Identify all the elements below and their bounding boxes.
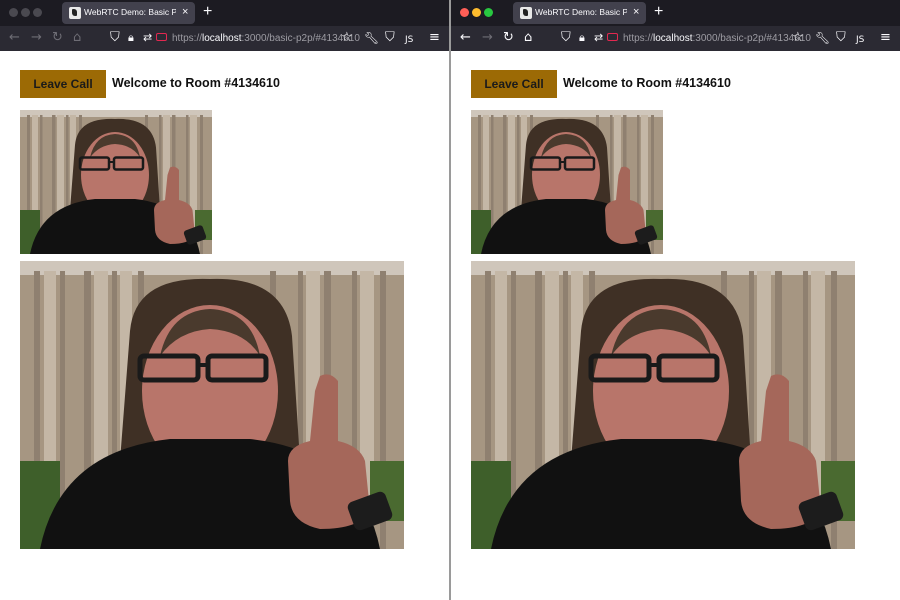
url-host: localhost [653,33,693,44]
local-video [471,110,663,254]
devtools-wrench-icon[interactable]: 🔧︎ [364,30,379,46]
tab-close-icon[interactable]: × [633,6,639,18]
new-tab-icon[interactable]: + [654,2,663,22]
remote-video [471,261,855,549]
remote-video [20,261,404,549]
tab-title: WebRTC Demo: Basic Peer-to- [84,7,176,17]
lock-icon[interactable]: 🔒︎ [128,30,134,46]
browser-window-right: WebRTC Demo: Basic Peer-to- × + ← → ↻ ⌂ … [451,0,900,600]
lock-icon[interactable]: 🔒︎ [579,30,585,46]
bookmark-star-icon[interactable]: ☆ [341,30,353,46]
room-title: Welcome to Room #4134610 [112,76,280,90]
active-tab[interactable]: WebRTC Demo: Basic Peer-to- × [513,2,646,24]
permissions-icon[interactable]: ⇄ [594,30,603,46]
menu-icon[interactable]: ≡ [880,30,891,46]
tab-bar: WebRTC Demo: Basic Peer-to- × + [451,0,900,26]
extension-icon[interactable]: JS [405,32,413,48]
devtools-wrench-icon[interactable]: 🔧︎ [815,30,830,46]
extension-icon[interactable]: JS [856,32,864,48]
url-host: localhost [202,33,242,44]
window-zoom-dot[interactable] [484,8,493,17]
menu-icon[interactable]: ≡ [429,30,440,46]
browser-window-left: WebRTC Demo: Basic Peer-to- × + ← → ↻ ⌂ … [0,0,449,600]
navigation-toolbar: ← → ↻ ⌂ ⛉ 🔒︎ ⇄ https://localhost:3000/ba… [451,26,900,51]
pocket-icon[interactable]: ⛉ [836,30,846,46]
tab-close-icon[interactable]: × [182,6,188,18]
local-video [20,110,212,254]
forward-icon[interactable]: → [31,30,42,46]
home-icon[interactable]: ⌂ [73,30,81,46]
page-content: Leave Call Welcome to Room #4134610 [0,51,449,600]
reload-icon[interactable]: ↻ [52,30,63,46]
tracking-shield-icon[interactable]: ⛉ [561,30,571,46]
camera-in-use-icon[interactable] [156,33,167,41]
video-feed-image [471,110,663,254]
permissions-icon[interactable]: ⇄ [143,30,152,46]
page-content: Leave Call Welcome to Room #4134610 [451,51,900,600]
pocket-icon[interactable]: ⛉ [385,30,395,46]
back-icon[interactable]: ← [9,30,20,46]
leave-call-button[interactable]: Leave Call [20,70,106,98]
url-scheme: https:// [623,33,654,44]
window-close-dot[interactable] [9,8,18,17]
forward-icon[interactable]: → [482,30,493,46]
url-scheme: https:// [172,33,203,44]
tab-bar: WebRTC Demo: Basic Peer-to- × + [0,0,449,26]
new-tab-icon[interactable]: + [203,2,212,22]
window-zoom-dot[interactable] [33,8,42,17]
video-feed-image [20,110,212,254]
webrtc-favicon-icon [520,7,532,19]
window-close-dot[interactable] [460,8,469,17]
navigation-toolbar: ← → ↻ ⌂ ⛉ 🔒︎ ⇄ https://localhost:3000/ba… [0,26,449,51]
leave-call-button[interactable]: Leave Call [471,70,557,98]
address-bar[interactable]: https://localhost:3000/basic-p2p/#413461… [623,32,811,45]
video-feed-image [20,261,404,549]
camera-in-use-icon[interactable] [607,33,618,41]
video-feed-image [471,261,855,549]
back-icon[interactable]: ← [460,30,471,46]
active-tab[interactable]: WebRTC Demo: Basic Peer-to- × [62,2,195,24]
bookmark-star-icon[interactable]: ☆ [792,30,804,46]
tracking-shield-icon[interactable]: ⛉ [110,30,120,46]
window-minimize-dot[interactable] [472,8,481,17]
webrtc-favicon-icon [69,7,81,19]
reload-icon[interactable]: ↻ [503,30,514,46]
room-title: Welcome to Room #4134610 [563,76,731,90]
home-icon[interactable]: ⌂ [524,30,532,46]
tab-title: WebRTC Demo: Basic Peer-to- [535,7,627,17]
window-minimize-dot[interactable] [21,8,30,17]
address-bar[interactable]: https://localhost:3000/basic-p2p/#413461… [172,32,360,45]
